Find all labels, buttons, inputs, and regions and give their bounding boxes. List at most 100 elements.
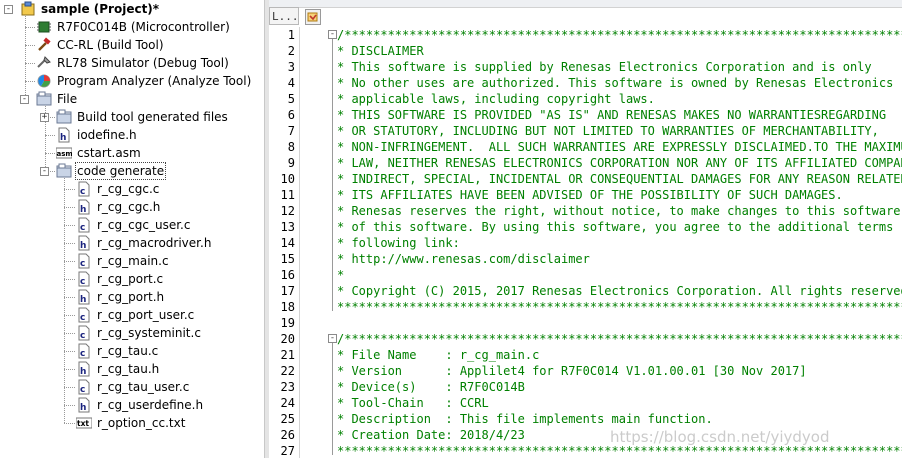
code-line: ****************************************… [337,300,902,314]
tree-node[interactable]: R7F0C014B (Microcontroller) [36,18,232,36]
line-number: 15 [280,252,295,266]
tree-node[interactable]: RL78 Simulator (Debug Tool) [36,54,231,72]
tree-connector [25,81,35,82]
tree-node[interactable]: h r_cg_tau.h [76,360,161,378]
line-number: 23 [280,380,295,394]
tree-node[interactable]: CC-RL (Build Tool) [36,36,166,54]
line-number: 10 [280,172,295,186]
tree-node-label: r_cg_tau.c [97,344,159,358]
collapse-toggle-icon[interactable]: - [20,95,29,104]
svg-text:asm: asm [57,150,73,158]
fold-collapse-icon[interactable]: - [328,30,337,39]
tree-node[interactable]: c r_cg_main.c [76,252,171,270]
folder-icon [56,109,72,124]
line-number: 22 [280,364,295,378]
line-number: 27 [280,444,295,458]
tree-node[interactable]: code generate [56,162,167,180]
expand-toggle-icon[interactable]: + [40,113,49,122]
tree-node-label: R7F0C014B (Microcontroller) [57,20,230,34]
header-file-icon: h [78,397,90,413]
line-number: 25 [280,412,295,426]
tree-node[interactable]: c r_cg_cgc.c [76,180,161,198]
svg-text:c: c [80,259,85,269]
fold-range-line [332,39,333,311]
tree-node-label: File [57,92,78,106]
line-number: 21 [280,348,295,362]
c-file-icon: c [78,307,90,323]
collapse-toggle-icon[interactable]: - [4,5,13,14]
build-tool-icon [38,37,51,51]
c-file-icon: c [78,217,90,233]
folder-icon [36,91,52,106]
tree-node[interactable]: Build tool generated files [56,108,230,126]
c-file-icon: c [78,253,90,269]
watermark: https://blog.csdn.net/yiydyod [610,428,830,446]
code-line: * Renesas reserves the right, without no… [337,204,901,218]
tree-node-project[interactable]: sample (Project)* [20,0,161,18]
code-line: * Copyright (C) 2015, 2017 Renesas Elect… [337,284,902,298]
tree-node[interactable]: c r_cg_systeminit.c [76,324,203,342]
svg-text:txt: txt [77,419,89,428]
tree-connector [64,189,75,190]
line-number: 24 [280,396,295,410]
line-number: 2 [287,44,295,58]
code-editor: L... 1 2 3 4 5 6 7 8 9 10 11 12 13 14 15 16 17 18 19 20 21 22… [269,0,902,458]
code-line: * Device(s) : R7F0C014B [337,380,525,394]
tree-node[interactable]: File [36,90,79,108]
line-number-gutter: 1 2 3 4 5 6 7 8 9 10 11 12 13 14 15 16 17 18 19 20 21 22 23 24 2… [269,27,300,458]
tree-node[interactable]: h r_cg_port.h [76,288,166,306]
debug-tool-icon [37,56,51,68]
tree-connector [64,297,75,298]
tree-node[interactable]: c r_cg_tau_user.c [76,378,191,396]
header-file-icon: h [78,361,90,377]
tree-node[interactable]: h r_cg_userdefine.h [76,396,205,414]
tree-connector [25,45,35,46]
tree-node-label: RL78 Simulator (Debug Tool) [57,56,229,70]
txt-file-icon: txt [76,417,92,429]
line-number: 6 [287,108,295,122]
line-number: 20 [280,332,295,346]
tree-connector [64,207,75,208]
tree-node-label: r_cg_main.c [97,254,169,268]
line-number: 3 [287,60,295,74]
analyze-tool-icon [37,74,51,88]
tree-node[interactable]: txt r_option_cc.txt [76,414,187,432]
tree-node[interactable]: h iodefine.h [56,126,139,144]
line-column-header[interactable]: L... [269,7,299,25]
line-number: 5 [287,92,295,106]
code-line: * Tool-Chain : CCRL [337,396,489,410]
code-generate-toggle-button[interactable] [305,9,321,25]
tree-node-label: Program Analyzer (Analyze Tool) [57,74,252,88]
line-number: 4 [287,76,295,90]
c-file-icon: c [78,379,90,395]
line-number: 8 [287,140,295,154]
tree-connector [64,243,75,244]
tree-node[interactable]: Program Analyzer (Analyze Tool) [36,72,253,90]
fold-collapse-icon[interactable]: - [328,334,337,343]
svg-text:c: c [80,349,85,359]
tree-node[interactable]: h r_cg_cgc.h [76,198,162,216]
tree-node[interactable]: h r_cg_macrodriver.h [76,234,213,252]
tree-node[interactable]: asm cstart.asm [56,144,143,162]
collapse-toggle-icon[interactable]: - [40,167,49,176]
c-file-icon: c [78,325,90,341]
code-line: * following link: [337,236,460,250]
code-line: * NON-INFRINGEMENT. ALL SUCH WARRANTIES … [337,140,902,154]
svg-text:c: c [80,223,85,233]
tree-node[interactable]: c r_cg_tau.c [76,342,160,360]
tree-connector [64,405,75,406]
tree-node[interactable]: c r_cg_port_user.c [76,306,196,324]
header-file-icon: h [78,235,90,251]
tree-node-label: r_cg_userdefine.h [97,398,204,412]
svg-text:h: h [80,367,86,377]
tree-node-label: r_option_cc.txt [97,416,186,430]
c-file-icon: c [78,181,90,197]
tree-node-label: r_cg_tau_user.c [97,380,190,394]
tree-node-label: Build tool generated files [77,110,228,124]
code-generate-icon [307,12,318,22]
tree-node[interactable]: c r_cg_port.c [76,270,165,288]
tree-connector [64,279,75,280]
tree-node[interactable]: c r_cg_cgc_user.c [76,216,192,234]
tree-node-label: r_cg_cgc.c [97,182,160,196]
code-line: /***************************************… [337,28,902,42]
